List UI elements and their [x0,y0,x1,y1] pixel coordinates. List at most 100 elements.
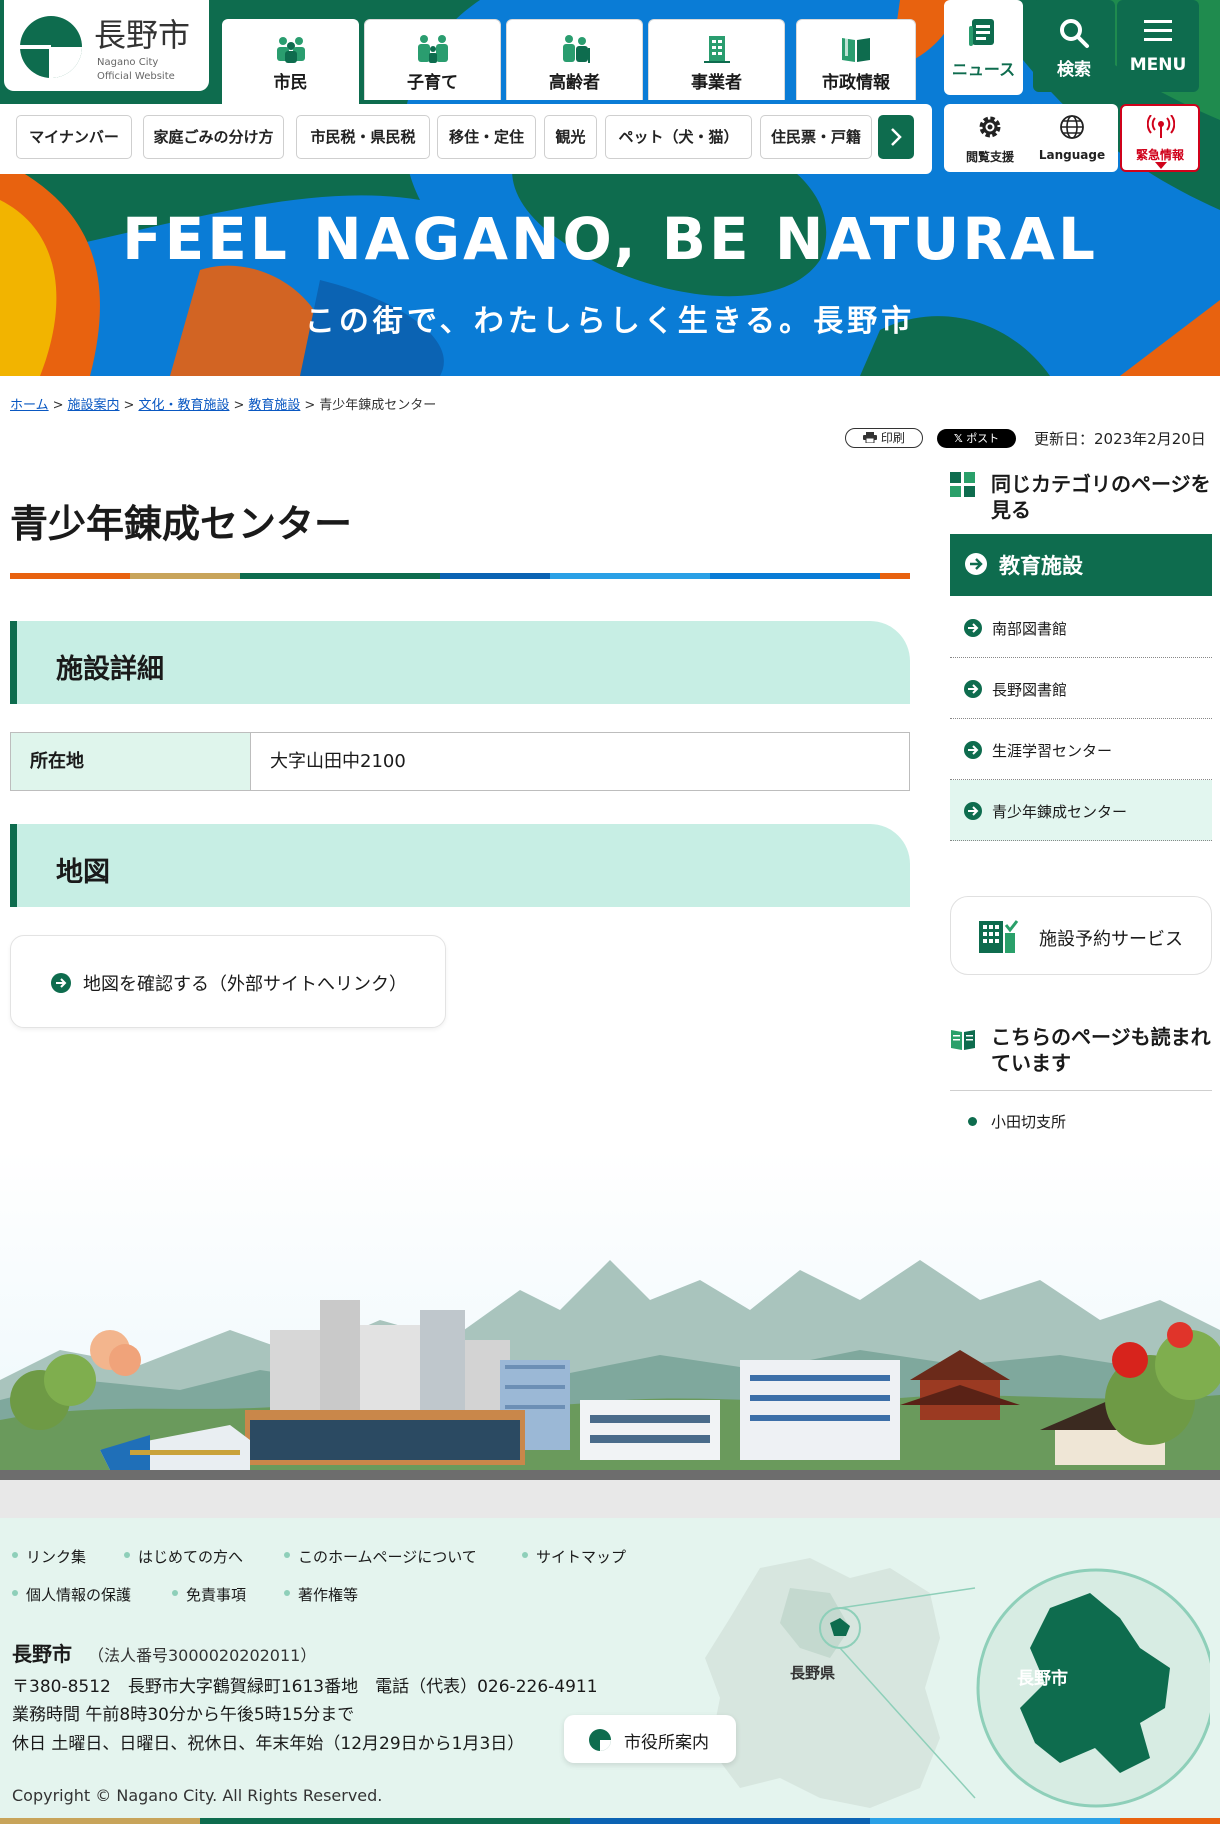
related-page-item[interactable]: 小田切支所 [950,1090,1212,1151]
page: 長野市 Nagano City Official Website 市民 子育て … [0,0,1220,1824]
printer-icon [863,432,878,444]
breadcrumb-education-facilities[interactable]: 教育施設 [248,398,300,413]
footer-link-first-time[interactable]: はじめての方へ [124,1546,243,1567]
map-label-city: 長野市 [1017,1669,1068,1689]
breadcrumb-facilities[interactable]: 施設案内 [68,398,120,413]
quick-link-resident-card[interactable]: 住民票・戸籍 [760,115,872,159]
logo-subtitle: Nagano City Official Website [97,56,175,84]
section-heading-map: 地図 [10,824,910,907]
news-button[interactable]: ニュース [944,0,1023,95]
related-page-label: 小田切支所 [991,1113,1067,1131]
arrow-circle-right-icon [964,741,982,759]
childcare-icon [417,35,448,63]
reservation-label: 施設予約サービス [1039,929,1183,950]
breadcrumb-separator: > [304,398,316,413]
breadcrumb-separator: > [52,398,64,413]
category-title: 教育施設 [999,554,1083,578]
footer-business-hours: 業務時間 午前8時30分から午後5時15分まで [12,1705,355,1725]
nav-label-city-info: 市政情報 [822,73,890,93]
logo-sub-line-2: Official Website [97,71,175,82]
nav-tab-childcare[interactable]: 子育て [364,19,501,100]
facility-details-table: 所在地 大字山田中2100 [10,732,910,791]
nav-label-childcare: 子育て [407,73,458,93]
footer-link-privacy[interactable]: 個人情報の保護 [12,1584,131,1605]
facility-reservation-button[interactable]: 施設予約サービス [950,896,1212,975]
x-post-label: ポスト [966,432,1000,445]
breadcrumb-separator: > [123,398,135,413]
x-post-button[interactable]: 𝕏 ポスト [937,429,1016,448]
category-heading-education[interactable]: 教育施設 [950,534,1212,596]
emergency-info-button[interactable]: 緊急情報 [1120,104,1200,172]
nagano-map-illustration [705,1558,1210,1808]
city-emblem-icon [589,1729,611,1751]
x-logo-icon: 𝕏 [953,432,963,445]
print-label: 印刷 [880,431,905,445]
footer-link-copyright[interactable]: 著作権等 [284,1584,358,1605]
hamburger-menu-icon [1144,20,1172,41]
grid-icon [950,472,975,497]
same-category-heading: 同じカテゴリのページを見る [950,471,1212,527]
footer-link-sitemap[interactable]: サイトマップ [522,1546,626,1567]
menu-button[interactable]: MENU [1117,0,1199,92]
nav-tab-business[interactable]: 事業者 [648,19,785,100]
quick-link-pets[interactable]: ペット（犬・猫） [605,115,752,159]
sidebar-item-label: 長野図書館 [992,681,1068,699]
quick-link-my-number[interactable]: マイナンバー [16,115,132,159]
quick-link-resident-tax[interactable]: 市民税・県民税 [296,115,430,159]
nav-tab-city-info[interactable]: 市政情報 [796,19,916,100]
city-hall-guide-label: 市役所案内 [624,1733,709,1753]
search-button[interactable]: 検索 [1033,0,1115,92]
arrow-circle-right-icon [964,802,982,820]
city-scenery-illustration [0,1150,1220,1518]
search-icon [1060,19,1089,48]
quick-link-garbage[interactable]: 家庭ごみの分け方 [143,115,284,159]
breadcrumb-culture-education[interactable]: 文化・教育施設 [138,398,229,413]
site-logo[interactable]: 長野市 Nagano City Official Website [4,0,209,91]
section-title-facility-details: 施設詳細 [56,654,164,685]
bullet-dot-icon [968,1117,977,1126]
breadcrumb: ホーム > 施設案内 > 文化・教育施設 > 教育施設 > 青少年錬成センター [10,394,436,413]
map-link-card[interactable]: 地図を確認する（外部サイトへリンク） [10,935,446,1028]
sidebar-item-nanbu-library[interactable]: 南部図書館 [950,597,1212,658]
breadcrumb-current: 青少年錬成センター [319,398,437,413]
nav-tab-elderly[interactable]: 高齢者 [506,19,643,100]
quick-link-relocation[interactable]: 移住・定住 [437,115,536,159]
nav-label-business: 事業者 [691,73,742,93]
city-info-book-icon [842,36,870,62]
breadcrumb-home[interactable]: ホーム [10,398,49,413]
footer-link-about-site[interactable]: このホームページについて [284,1546,477,1567]
language-button[interactable]: Language [1026,104,1118,172]
city-hall-guide-button[interactable]: 市役所案内 [564,1715,736,1763]
arrow-circle-right-icon [964,680,982,698]
browse-support-button[interactable]: 閲覧支援 [944,104,1036,172]
footer-address: 〒380-8512 長野市大字鶴賀緑町1613番地 電話（代表）026-226-… [12,1677,598,1697]
footer-link-links[interactable]: リンク集 [12,1546,86,1567]
footer-link-disclaimer[interactable]: 免責事項 [172,1584,246,1605]
search-label: 検索 [1057,60,1091,80]
quick-link-tourism[interactable]: 観光 [544,115,597,159]
address-label: 所在地 [11,733,251,790]
footer-copyright: Copyright © Nagano City. All Rights Rese… [12,1786,383,1805]
footer-corporate-number: （法人番号3000020202011） [88,1646,317,1665]
sidebar-item-youth-center[interactable]: 青少年錬成センター [950,780,1212,841]
city-emblem-icon [20,16,82,78]
hero-banner: 長野市 Nagano City Official Website 市民 子育て … [0,0,1220,376]
quick-links-next-button[interactable] [878,115,914,159]
map-link-label: 地図を確認する（外部サイトへリンク） [83,974,407,995]
nav-label-elderly: 高齢者 [549,73,600,93]
gear-icon [979,116,1001,138]
sidebar-item-label: 生涯学習センター [992,742,1113,760]
sidebar-item-lifelong-learning[interactable]: 生涯学習センター [950,719,1212,780]
business-building-icon [703,36,730,63]
news-label: ニュース [951,60,1016,79]
browse-support-label: 閲覧支援 [965,150,1014,164]
caret-down-icon [1155,162,1167,169]
news-icon [969,19,994,46]
sidebar-item-nagano-library[interactable]: 長野図書館 [950,658,1212,719]
citizens-icon [276,37,305,63]
section-heading-facility-details: 施設詳細 [10,621,910,704]
print-button[interactable]: 印刷 [845,428,923,448]
nav-label-citizens: 市民 [273,73,308,93]
nav-tab-citizens[interactable]: 市民 [222,19,359,105]
arrow-circle-right-icon [964,619,982,637]
